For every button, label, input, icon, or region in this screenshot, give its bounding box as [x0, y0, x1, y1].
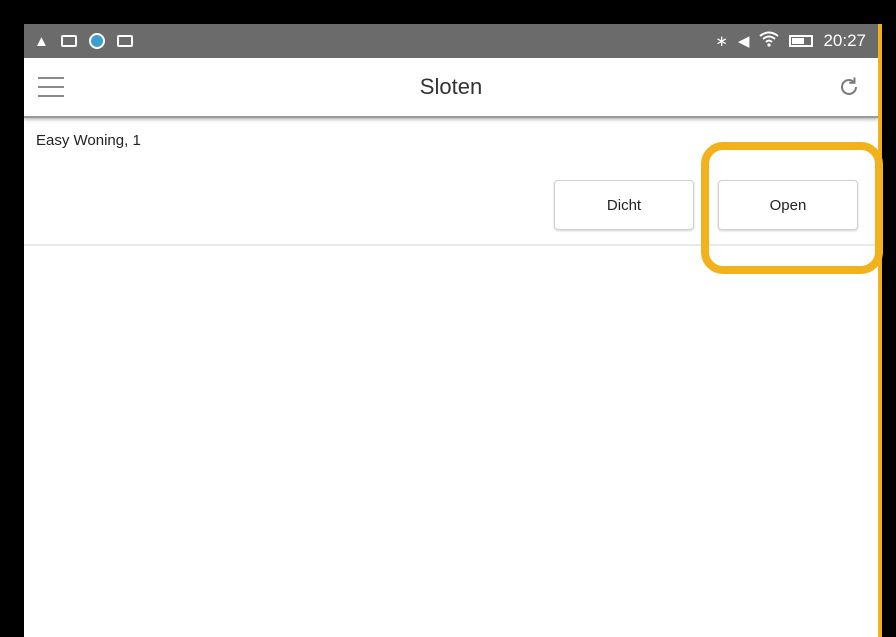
browser-icon [88, 33, 105, 49]
volume-icon: ◀ [737, 32, 750, 50]
system-icons: ∗ ◀ 20:27 [715, 24, 866, 58]
app-bar: Sloten [24, 58, 878, 118]
status-time: 20:27 [823, 31, 866, 50]
page-title: Sloten [419, 74, 483, 99]
lock-list-item: Easy Woning, 1 Dicht Open [24, 118, 878, 246]
close-lock-button[interactable]: Dicht [554, 180, 694, 230]
status-bar: ▲ ∗ ◀ 20:27 [24, 24, 878, 58]
mail-icon [116, 35, 133, 47]
bluetooth-icon: ∗ [715, 32, 728, 50]
app-screen: ▲ ∗ ◀ 20:27 Sloten Easy Woning, 1 Dicht … [24, 24, 878, 637]
lock-name: Easy Woning, 1 [36, 132, 141, 149]
highlight-side-strip [878, 24, 882, 637]
wifi-icon [759, 31, 780, 52]
open-lock-button[interactable]: Open [718, 180, 858, 230]
picture-icon [60, 35, 77, 47]
device-frame: ▲ ∗ ◀ 20:27 Sloten Easy Woning, 1 Dicht … [0, 0, 896, 637]
warning-icon: ▲ [34, 32, 49, 50]
battery-icon [789, 35, 814, 47]
notification-icons: ▲ [34, 24, 133, 58]
refresh-icon[interactable] [834, 72, 864, 102]
